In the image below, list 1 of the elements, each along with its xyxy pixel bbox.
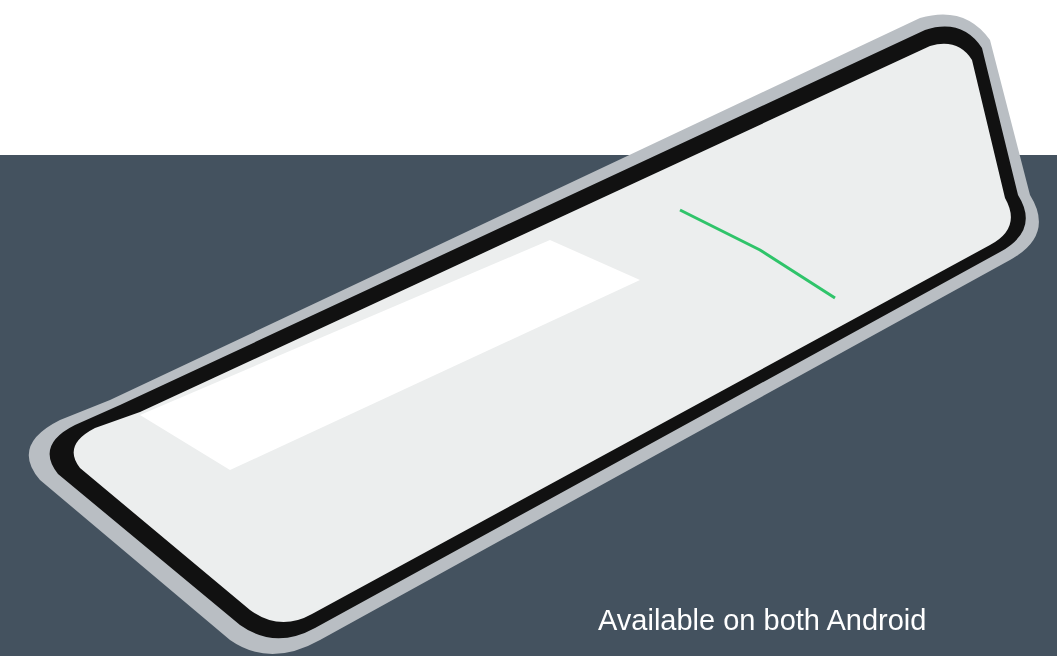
availability-caption: Available on both Android [598,603,927,638]
